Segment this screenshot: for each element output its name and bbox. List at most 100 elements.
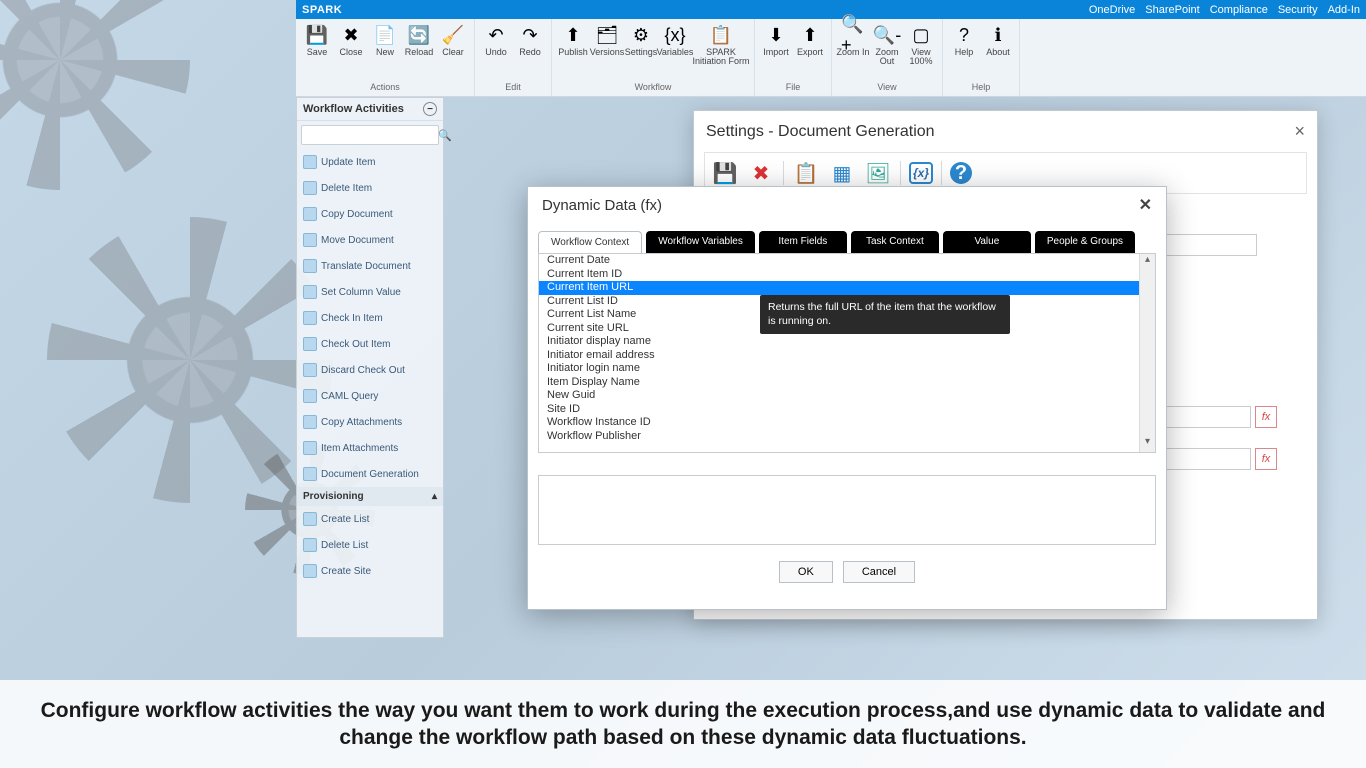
versions-icon: 🗂 [595,23,619,47]
wa-search-input[interactable] [306,130,438,141]
wa-item[interactable]: Check In Item [297,305,443,331]
dd-list-item[interactable]: Current Date [539,254,1139,268]
ribbon-settings-button[interactable]: ⚙Settings [624,21,658,69]
wa-search: 🔍 [301,125,439,145]
dd-list-item[interactable]: Initiator display name [539,335,1139,349]
wa-item[interactable]: Delete Item [297,175,443,201]
wa-item[interactable]: Item Attachments [297,435,443,461]
ribbon-label: Import [763,48,789,57]
activity-icon [303,207,317,221]
wa-item[interactable]: Copy Attachments [297,409,443,435]
image-icon[interactable]: 🖼 [864,159,892,187]
wa-item[interactable]: Translate Document [297,253,443,279]
ribbon-publish-button[interactable]: ⬆Publish [556,21,590,69]
fx-icon[interactable]: {x} [909,162,933,184]
ribbon-label: Clear [442,48,464,57]
ribbon-about-button[interactable]: ℹAbout [981,21,1015,59]
collapse-icon[interactable]: − [423,102,437,116]
ribbon-versions-button[interactable]: 🗂Versions [590,21,624,69]
ribbon-import-button[interactable]: ⬇Import [759,21,793,59]
wa-item[interactable]: Document Generation [297,461,443,487]
close-icon[interactable]: ✕ [1139,195,1152,215]
wa-item[interactable]: Create Site [297,558,443,584]
dd-list-item[interactable]: Initiator email address [539,349,1139,363]
dd-list-item[interactable]: Current Item ID [539,268,1139,282]
dd-tab[interactable]: Task Context [851,231,939,253]
dd-list-item[interactable]: Item Display Name [539,376,1139,390]
dd-tab[interactable]: Workflow Context [538,231,642,253]
wa-item[interactable]: Move Document [297,227,443,253]
ribbon-label: Undo [485,48,507,57]
dd-list-item[interactable]: New Guid [539,389,1139,403]
activity-icon [303,415,317,429]
ok-button[interactable]: OK [779,561,833,583]
activity-icon [303,285,317,299]
wa-item[interactable]: Copy Document [297,201,443,227]
help-icon[interactable]: ? [950,162,972,184]
wa-item[interactable]: Set Column Value [297,279,443,305]
dd-tab[interactable]: People & Groups [1035,231,1135,253]
activity-icon [303,564,317,578]
close-icon[interactable]: ✖ [747,159,775,187]
ribbon-clear-button[interactable]: 🧹Clear [436,21,470,59]
ribbon-variables-button[interactable]: {x}Variables [658,21,692,69]
ribbon-label: About [986,48,1010,57]
dd-list-item[interactable]: Workflow Publisher [539,430,1139,444]
dd-tab[interactable]: Item Fields [759,231,847,253]
dd-list-item[interactable]: Initiator login name [539,362,1139,376]
wa-item[interactable]: Discard Check Out [297,357,443,383]
ribbon-undo-button[interactable]: ↶Undo [479,21,513,59]
topbar-link-security[interactable]: Security [1278,4,1318,16]
wa-item[interactable]: Create List [297,506,443,532]
ribbon-redo-button[interactable]: ↷Redo [513,21,547,59]
ribbon-close-button[interactable]: ✖Close [334,21,368,59]
ribbon-zoom-in-button[interactable]: 🔍+Zoom In [836,21,870,69]
dd-list-item[interactable]: Site ID [539,403,1139,417]
cancel-button[interactable]: Cancel [843,561,915,583]
wa-section-header[interactable]: Provisioning▴ [297,487,443,506]
ribbon-group-label: Workflow [635,82,672,94]
search-icon[interactable]: 🔍 [438,129,452,142]
publish-icon: ⬆ [561,23,585,47]
brand: SPARK [302,4,342,16]
scrollbar[interactable]: ▴ ▾ [1139,254,1155,452]
fx-button[interactable]: fx [1255,406,1277,428]
topbar-link-sharepoint[interactable]: SharePoint [1145,4,1199,16]
wa-item[interactable]: CAML Query [297,383,443,409]
scroll-down-icon[interactable]: ▾ [1140,436,1155,452]
wa-item-label: Item Attachments [321,443,398,454]
dd-output[interactable] [538,475,1156,545]
topbar-link-compliance[interactable]: Compliance [1210,4,1268,16]
dd-list-item[interactable]: Workflow Instance ID [539,416,1139,430]
activity-icon [303,311,317,325]
activity-icon [303,363,317,377]
wa-item[interactable]: Check Out Item [297,331,443,357]
ribbon-save-button[interactable]: 💾Save [300,21,334,59]
wa-item[interactable]: Delete List [297,532,443,558]
view-100--icon: ▢ [909,23,933,47]
clipboard-icon[interactable]: 📋 [792,159,820,187]
ribbon-reload-button[interactable]: 🔄Reload [402,21,436,59]
ribbon-spark-initiation-form-button[interactable]: 📋SPARK Initiation Form [692,21,750,69]
dd-tab[interactable]: Value [943,231,1031,253]
wa-item[interactable]: Update Item [297,149,443,175]
wa-item-label: Delete List [321,540,368,551]
dd-list-item[interactable]: Current Item URL [539,281,1139,295]
ribbon-new-button[interactable]: 📄New [368,21,402,59]
ribbon-view-100--button[interactable]: ▢View 100% [904,21,938,69]
ribbon-export-button[interactable]: ⬆Export [793,21,827,59]
topbar-link-onedrive[interactable]: OneDrive [1089,4,1135,16]
wa-item-label: Check Out Item [321,339,390,350]
ribbon-group-label: File [786,82,801,94]
close-icon[interactable]: × [1294,121,1305,142]
ribbon-help-button[interactable]: ?Help [947,21,981,59]
save-icon[interactable]: 💾 [711,159,739,187]
dd-tab[interactable]: Workflow Variables [646,231,755,253]
table-icon[interactable]: ▦ [828,159,856,187]
fx-button[interactable]: fx [1255,448,1277,470]
scroll-up-icon[interactable]: ▴ [1140,254,1155,270]
close-icon: ✖ [339,23,363,47]
ribbon-zoom-out-button[interactable]: 🔍-Zoom Out [870,21,904,69]
wa-item-label: Copy Document [321,209,393,220]
topbar-link-addin[interactable]: Add-In [1328,4,1360,16]
